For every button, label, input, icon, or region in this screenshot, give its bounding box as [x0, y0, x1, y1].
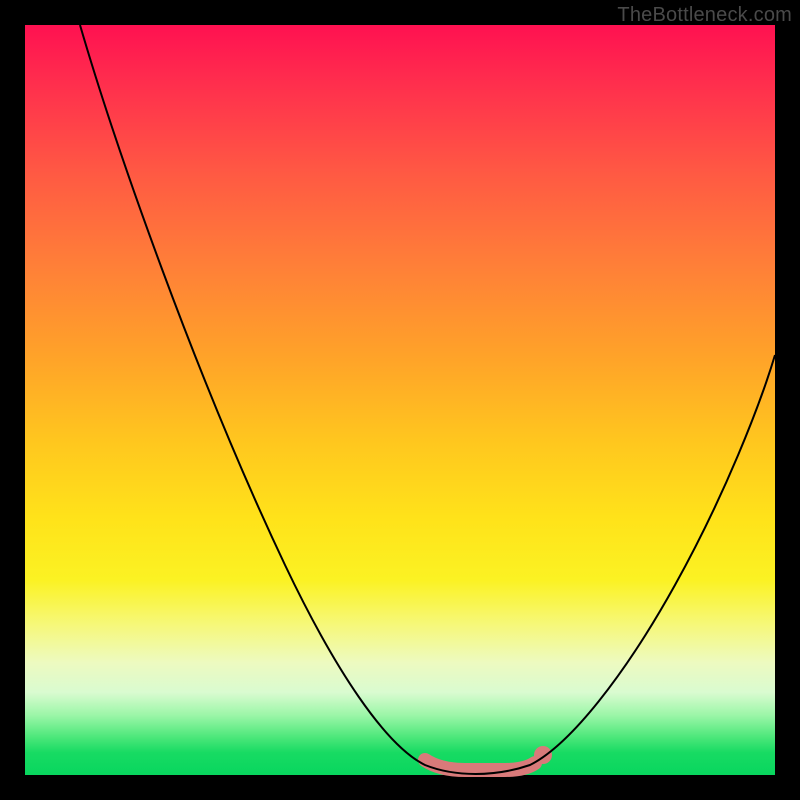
watermark-text: TheBottleneck.com: [617, 4, 792, 27]
chart-frame: TheBottleneck.com: [0, 0, 800, 800]
curve-layer: [25, 25, 775, 775]
bottleneck-curve: [80, 25, 775, 774]
plot-area: [25, 25, 775, 775]
